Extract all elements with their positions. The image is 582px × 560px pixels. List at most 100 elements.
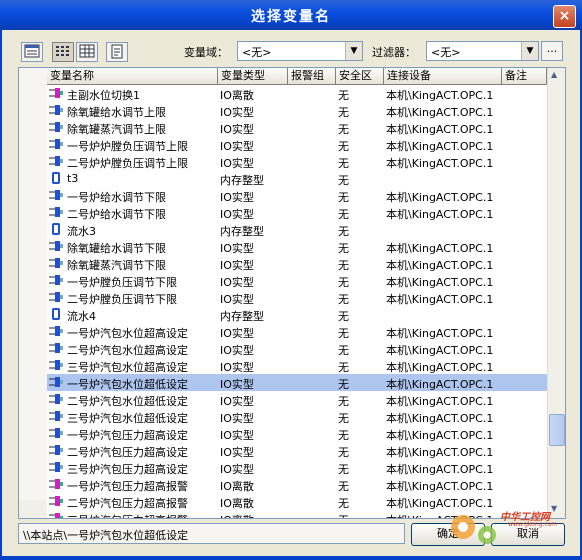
table-row[interactable]: 除氧罐蒸汽调节上限 IO实型 无 本机\KingACT.OPC.1 — [47, 119, 547, 136]
filter-select[interactable]: <无> ▼ — [426, 41, 539, 61]
cell-device: 本机\KingACT.OPC.1 — [386, 412, 494, 425]
cell-type: 内存整型 — [220, 310, 264, 323]
vertical-scrollbar[interactable]: ▲ ▼ — [547, 68, 565, 518]
table-row[interactable]: 三号炉汽包压力超高设定 IO实型 无 本机\KingACT.OPC.1 — [47, 459, 547, 476]
cell-safe: 无 — [338, 174, 349, 187]
filter-more-button[interactable]: ... — [541, 41, 563, 61]
cell-name: 三号炉汽包水位超高设定 — [67, 361, 188, 374]
table-row[interactable]: 一号炉汽包水位超低设定 IO实型 无 本机\KingACT.OPC.1 — [47, 374, 547, 391]
cell-device: 本机\KingACT.OPC.1 — [386, 395, 494, 408]
title-bar[interactable]: 选择变量名 × — [0, 0, 582, 30]
cell-safe: 无 — [338, 497, 349, 510]
grid-view-icon — [79, 44, 95, 58]
column-header-type[interactable]: 变量类型 — [218, 68, 288, 84]
cell-type: IO实型 — [220, 395, 254, 408]
cell-safe: 无 — [338, 242, 349, 255]
view-details-button[interactable] — [21, 42, 43, 62]
table-row[interactable]: 一号炉炉膛负压调节上限 IO实型 无 本机\KingACT.OPC.1 — [47, 136, 547, 153]
table-row[interactable]: 除氧罐给水调节下限 IO实型 无 本机\KingACT.OPC.1 — [47, 238, 547, 255]
cell-type: IO实型 — [220, 123, 254, 136]
cell-name: 主副水位切换1 — [67, 89, 140, 102]
cell-device: 本机\KingACT.OPC.1 — [386, 106, 494, 119]
table-row[interactable]: 一号炉汽包压力超高报警 IO离散 无 本机\KingACT.OPC.1 — [47, 476, 547, 493]
cell-name: 一号炉汽包压力超高设定 — [67, 429, 188, 442]
scrollbar-thumb[interactable] — [549, 414, 565, 446]
table-row[interactable]: t3 内存整型 无 — [47, 170, 547, 187]
cell-device: 本机\KingACT.OPC.1 — [386, 344, 494, 357]
cell-type: IO实型 — [220, 259, 254, 272]
column-header-safe[interactable]: 安全区 — [336, 68, 384, 84]
domain-select[interactable]: <无> ▼ — [237, 41, 363, 61]
cell-name: 二号炉汽包压力超高设定 — [67, 446, 188, 459]
column-header: 变量名称 变量类型 报警组 安全区 连接设备 备注 — [47, 68, 547, 85]
memory-int-icon — [49, 308, 63, 320]
filter-select-value: <无> — [431, 46, 461, 59]
cell-device: 本机\KingACT.OPC.1 — [386, 157, 494, 170]
properties-button[interactable] — [106, 42, 128, 62]
io-real-icon — [49, 155, 63, 167]
table-row[interactable]: 二号炉给水调节下限 IO实型 无 本机\KingACT.OPC.1 — [47, 204, 547, 221]
table-row[interactable]: 三号炉汽包水位超低设定 IO实型 无 本机\KingACT.OPC.1 — [47, 408, 547, 425]
table-row[interactable]: 一号炉膛负压调节下限 IO实型 无 本机\KingACT.OPC.1 — [47, 272, 547, 289]
table-row[interactable]: 三号炉汽包水位超高设定 IO实型 无 本机\KingACT.OPC.1 — [47, 357, 547, 374]
view-grid-button[interactable] — [76, 42, 98, 62]
cell-safe: 无 — [338, 480, 349, 493]
column-header-device[interactable]: 连接设备 — [384, 68, 502, 84]
io-real-icon — [49, 291, 63, 303]
table-row[interactable]: 一号炉汽包压力超高设定 IO实型 无 本机\KingACT.OPC.1 — [47, 425, 547, 442]
cell-device: 本机\KingACT.OPC.1 — [386, 378, 494, 391]
io-real-icon — [49, 206, 63, 218]
io-real-icon — [49, 121, 63, 133]
selected-path-text: \\本站点\一号炉汽包水位超低设定 — [23, 529, 189, 542]
cell-type: IO实型 — [220, 463, 254, 476]
chevron-down-icon: ▼ — [345, 42, 362, 60]
table-row[interactable]: 二号炉炉膛负压调节上限 IO实型 无 本机\KingACT.OPC.1 — [47, 153, 547, 170]
cell-type: IO实型 — [220, 429, 254, 442]
cell-type: IO实型 — [220, 361, 254, 374]
table-row[interactable]: 除氧罐给水调节上限 IO实型 无 本机\KingACT.OPC.1 — [47, 102, 547, 119]
cell-type: IO离散 — [220, 89, 254, 102]
table-row[interactable]: 二号炉汽包水位超低设定 IO实型 无 本机\KingACT.OPC.1 — [47, 391, 547, 408]
table-row[interactable]: 二号炉膛负压调节下限 IO实型 无 本机\KingACT.OPC.1 — [47, 289, 547, 306]
cell-name: 三号炉汽包压力超高设定 — [67, 463, 188, 476]
cell-name: 一号炉汽包压力超高报警 — [67, 480, 188, 493]
table-row[interactable]: 流水3 内存整型 无 — [47, 221, 547, 238]
table-row[interactable]: 二号炉汽包压力超高设定 IO实型 无 本机\KingACT.OPC.1 — [47, 442, 547, 459]
column-header-name[interactable]: 变量名称 — [47, 68, 218, 84]
cell-name: 除氧罐给水调节下限 — [67, 242, 166, 255]
close-button[interactable]: × — [553, 5, 576, 28]
table-row[interactable]: 一号炉给水调节下限 IO实型 无 本机\KingACT.OPC.1 — [47, 187, 547, 204]
table-row[interactable]: 一号炉汽包水位超高设定 IO实型 无 本机\KingACT.OPC.1 — [47, 323, 547, 340]
cell-type: IO离散 — [220, 480, 254, 493]
scroll-up-arrow-icon[interactable]: ▲ — [551, 70, 557, 79]
cell-name: 二号炉汽包水位超低设定 — [67, 395, 188, 408]
io-real-icon — [49, 359, 63, 371]
view-list-button[interactable] — [52, 42, 74, 62]
io-real-icon — [49, 410, 63, 422]
cell-name: 一号炉给水调节下限 — [67, 191, 166, 204]
column-header-note[interactable]: 备注 — [502, 68, 547, 84]
io-real-icon — [49, 393, 63, 405]
cell-name: 二号炉汽包水位超高设定 — [67, 344, 188, 357]
cell-safe: 无 — [338, 378, 349, 391]
io-real-icon — [49, 376, 63, 388]
table-row[interactable]: 二号炉汽包水位超高设定 IO实型 无 本机\KingACT.OPC.1 — [47, 340, 547, 357]
io-discrete-icon — [49, 512, 63, 518]
tree-gutter — [19, 68, 47, 518]
cell-name: 一号炉汽包水位超低设定 — [67, 378, 188, 391]
cell-name: 三号炉汽包压力超高报警 — [67, 512, 188, 518]
filter-label: 过滤器： — [372, 46, 416, 59]
horizontal-scrollbar[interactable] — [19, 500, 47, 517]
cell-safe: 无 — [338, 140, 349, 153]
table-row[interactable]: 除氧罐蒸汽调节下限 IO实型 无 本机\KingACT.OPC.1 — [47, 255, 547, 272]
variable-list[interactable]: 变量名称 变量类型 报警组 安全区 连接设备 备注 主副水位切换1 IO离散无本机… — [18, 67, 566, 519]
cell-safe: 无 — [338, 293, 349, 306]
cell-safe: 无 — [338, 106, 349, 119]
cell-device: 本机\KingACT.OPC.1 — [386, 446, 494, 459]
cell-device: 本机\KingACT.OPC.1 — [386, 293, 494, 306]
cell-safe: 无 — [338, 123, 349, 136]
column-header-alarm[interactable]: 报警组 — [288, 68, 336, 84]
table-row[interactable]: 流水4 内存整型 无 — [47, 306, 547, 323]
cell-type: IO实型 — [220, 208, 254, 221]
table-row[interactable]: 主副水位切换1 IO离散 无 本机\KingACT.OPC.1 — [47, 85, 547, 102]
